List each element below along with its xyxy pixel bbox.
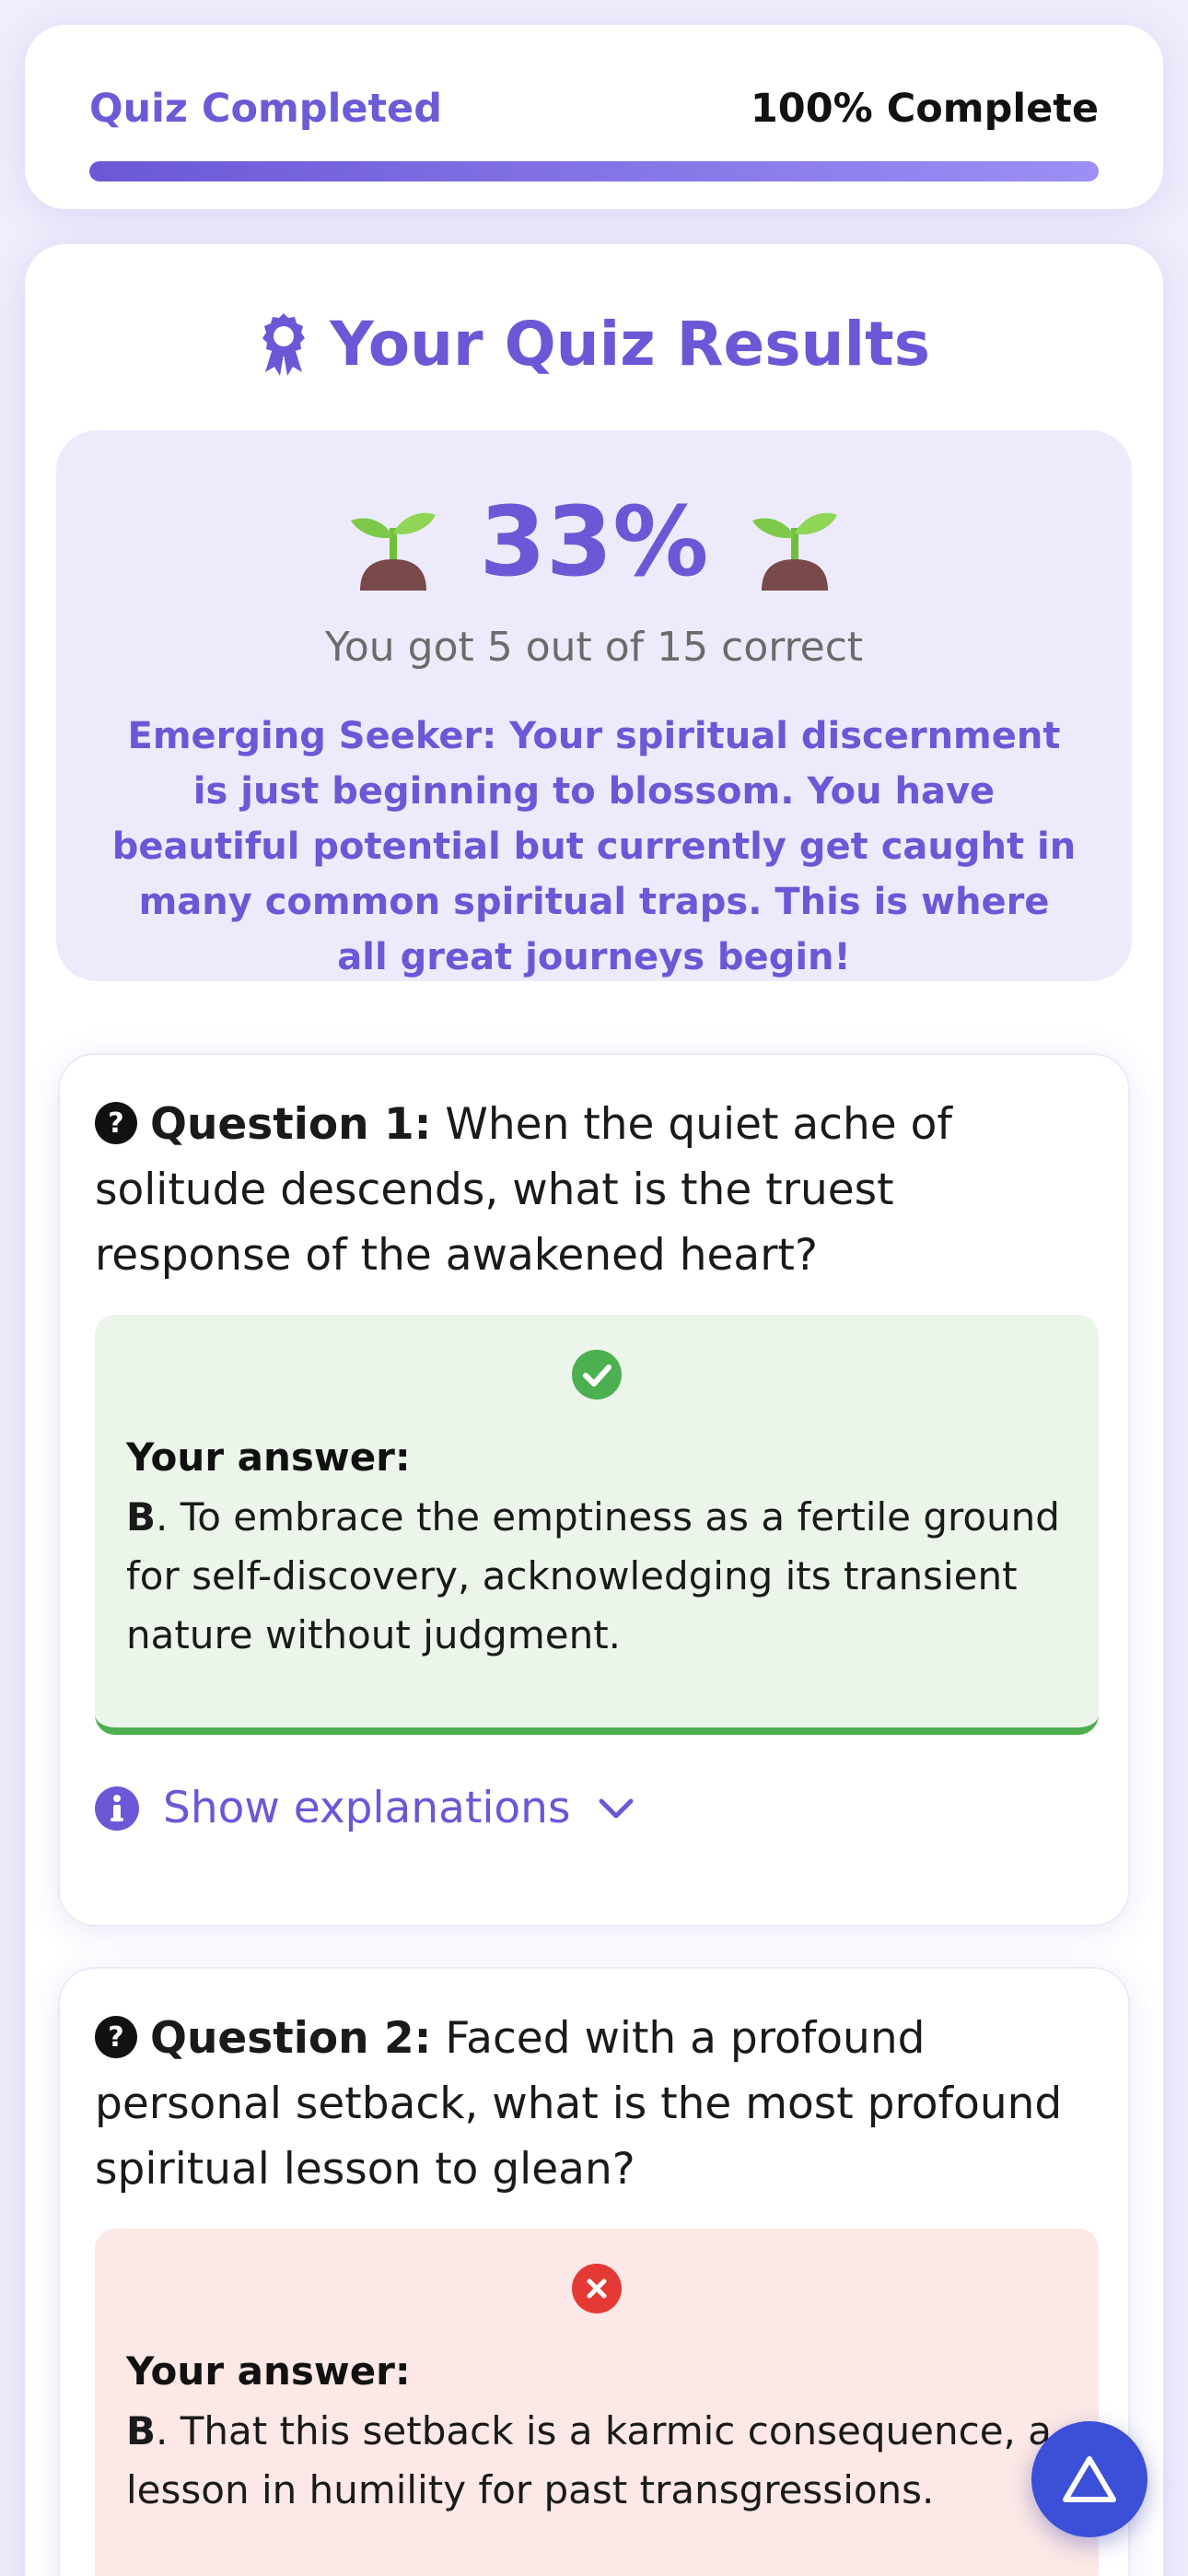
question-heading: ? Question 1: When the quiet ache of sol…: [95, 1092, 1099, 1288]
info-circle-icon: [95, 1786, 139, 1831]
progress-bar: [89, 161, 1099, 181]
progress-card: Quiz Completed 100% Complete: [25, 25, 1163, 209]
question-card: ? Question 1: When the quiet ache of sol…: [58, 1053, 1130, 1926]
check-circle-icon: [572, 1350, 622, 1399]
results-title-text: Your Quiz Results: [329, 309, 930, 380]
answer-box-correct: Your answer: B. To embrace the emptiness…: [95, 1315, 1099, 1735]
answer-text: B. That this setback is a karmic consequ…: [126, 2402, 1066, 2520]
show-explanations-button[interactable]: Show explanations: [95, 1783, 635, 1833]
scroll-to-top-button[interactable]: [1031, 2421, 1147, 2537]
answer-letter: B: [126, 2408, 157, 2453]
question-heading: ? Question 2: Faced with a profound pers…: [95, 2006, 1099, 2202]
svg-text:?: ?: [108, 2021, 123, 2054]
score-summary: You got 5 out of 15 correct: [324, 624, 864, 671]
sprout-icon: [752, 512, 838, 591]
score-message: Emerging Seeker: Your spiritual discernm…: [111, 715, 1077, 978]
answer-label: Your answer:: [126, 2348, 411, 2394]
award-ribbon-icon: [262, 312, 305, 376]
answer-label: Your answer:: [126, 1434, 411, 1480]
answer-box-incorrect: Your answer: B. That this setback is a k…: [95, 2229, 1099, 2576]
score-row: 33%: [56, 486, 1132, 598]
show-explanations-label: Show explanations: [163, 1783, 571, 1833]
svg-text:?: ?: [108, 1107, 123, 1140]
score-value: 33%: [479, 486, 709, 598]
score-box: 33% You got 5 out of 15 correct Emerging…: [56, 430, 1132, 981]
progress-percent: 100% Complete: [750, 86, 1099, 132]
answer-letter: B: [126, 1494, 157, 1540]
progress-bar-fill: [89, 161, 1099, 181]
question-label: Question 1:: [150, 1099, 432, 1150]
answer-body: . That this setback is a karmic conseque…: [126, 2408, 1052, 2512]
x-circle-icon: [572, 2264, 622, 2313]
results-title: Your Quiz Results: [25, 309, 1163, 380]
question-label: Question 2:: [150, 2013, 432, 2064]
sprout-icon: [350, 512, 436, 591]
question-circle-icon: ?: [95, 1102, 137, 1144]
triangle-up-icon: [1063, 2456, 1116, 2502]
progress-status: Quiz Completed: [89, 86, 442, 132]
results-card: Your Quiz Results 33% You got 5 out of 1…: [25, 244, 1163, 2576]
answer-text: B. To embrace the emptiness as a fertile…: [126, 1488, 1066, 1665]
answer-body: . To embrace the emptiness as a fertile …: [126, 1494, 1060, 1657]
question-circle-icon: ?: [95, 2016, 137, 2058]
question-card: ? Question 2: Faced with a profound pers…: [58, 1967, 1130, 2576]
chevron-down-icon: [599, 1798, 634, 1818]
